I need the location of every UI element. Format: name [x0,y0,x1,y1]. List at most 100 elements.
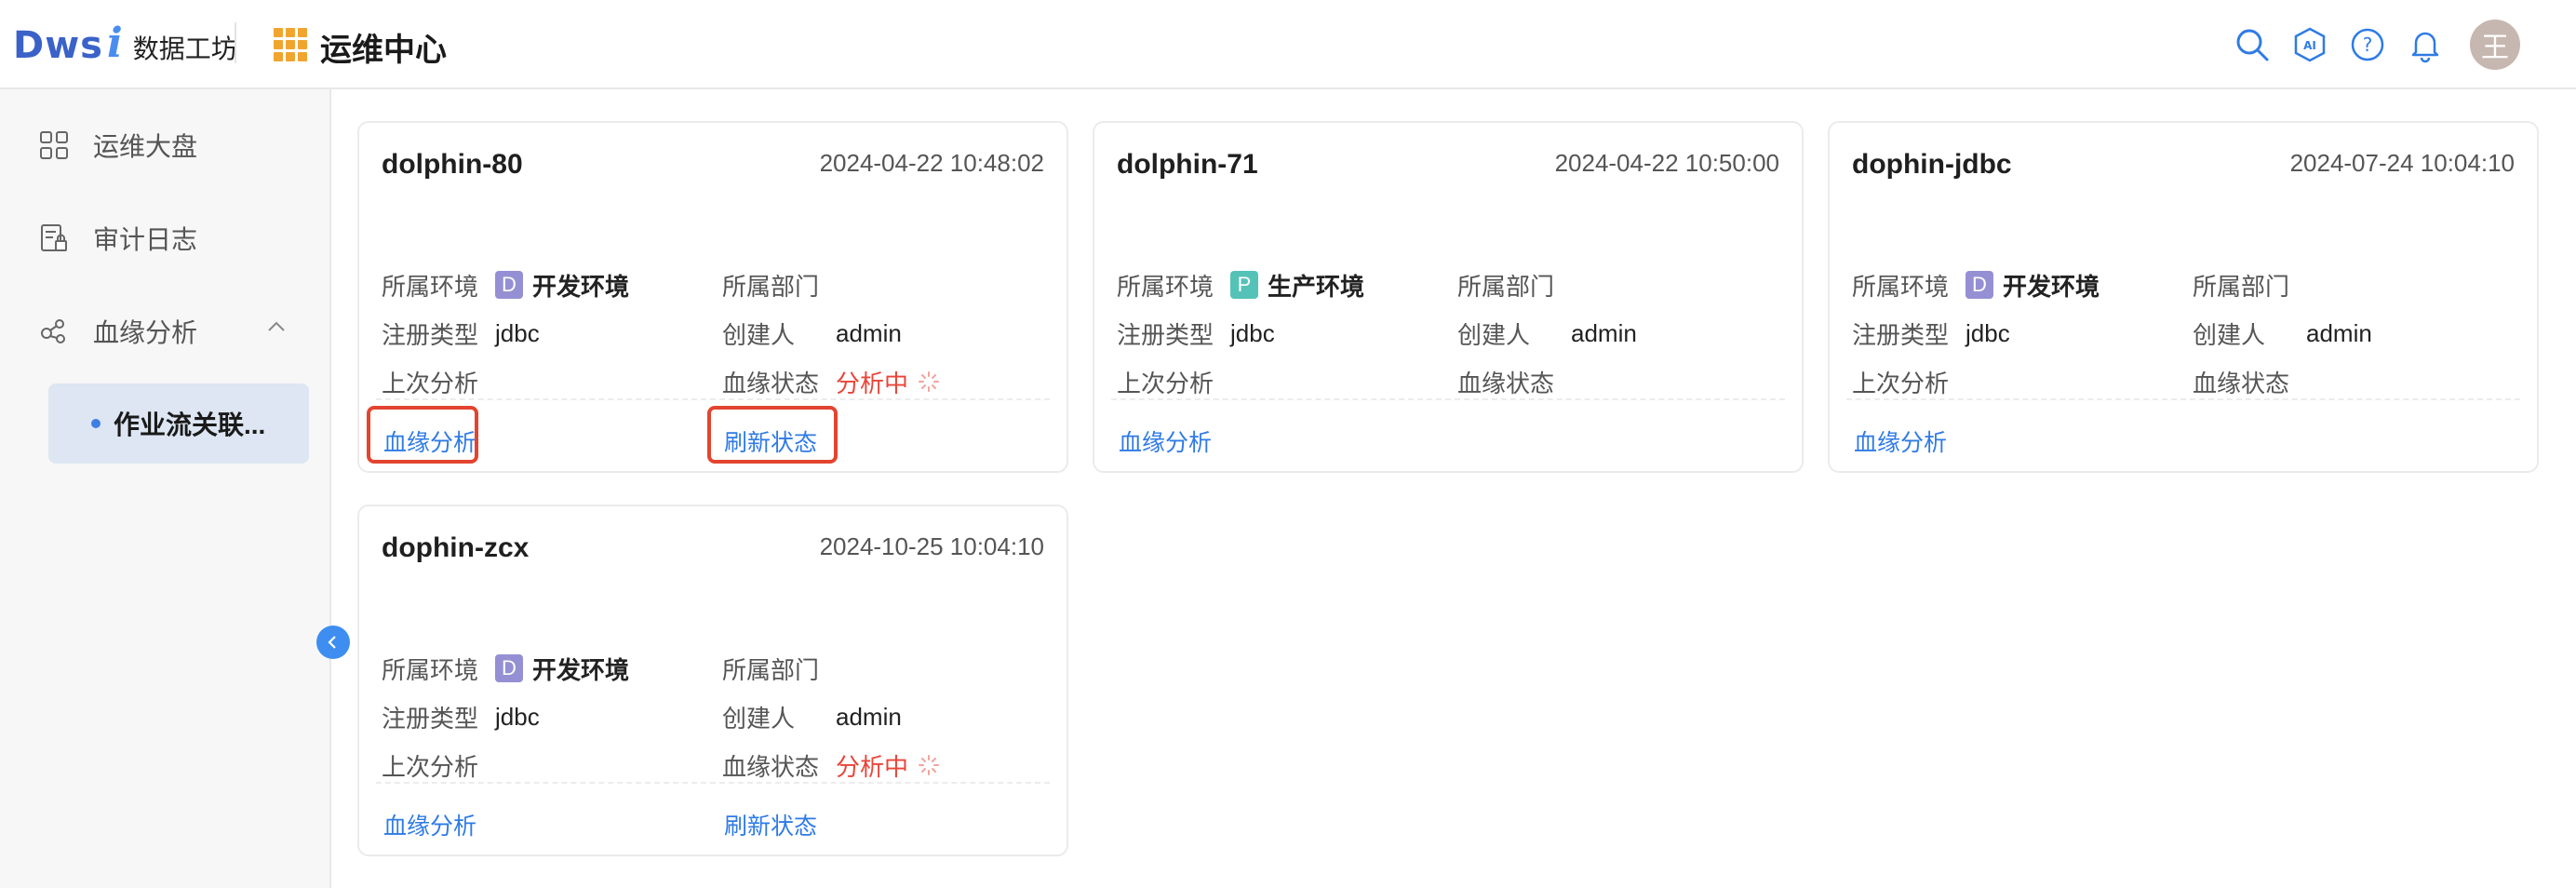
svg-text:?: ? [2363,34,2373,56]
field-label: 注册类型 [1117,320,1214,349]
last-analysis-row: 上次分析 [1117,365,1230,398]
datasource-card: dolphin-71 2024-04-22 10:50:00 所属环境 P 生产… [1093,121,1804,473]
sidebar-item-dashboard[interactable]: 运维大盘 [37,117,197,173]
datasource-card: dophin-zcx 2024-10-25 10:04:10 所属环境 D 开发… [357,505,1068,856]
field-value: admin [2306,318,2372,347]
lineage-status-row: 血缘状态 [2193,365,2306,398]
logo-letter: i [106,19,124,67]
field-label: 上次分析 [382,752,479,781]
env-badge: D [495,271,523,299]
field-value: jdbc [495,702,540,731]
field-label: 注册类型 [382,320,479,349]
field-value: jdbc [1230,318,1275,347]
logo-letter: D [13,23,46,67]
dept-row: 所属部门 [722,268,836,302]
lineage-status-row: 血缘状态 分析中 [722,748,940,782]
sidebar-item-label: 运维大盘 [93,132,198,161]
field-value: P 生产环境 [1230,268,1364,303]
status-text: 分析中 [836,752,909,781]
sidebar-item-lineage[interactable]: 血缘分析 [37,303,197,359]
env-row: 所属环境 D 开发环境 [382,268,629,302]
type-row: 注册类型 jdbc [1117,316,1275,350]
chevron-up-icon[interactable] [264,315,288,339]
app-logo[interactable]: D w s i 数据工坊 [13,17,237,69]
highlight-box [367,406,478,464]
card-divider [1846,398,2520,400]
card-title: dolphin-71 [1117,149,1258,180]
field-label: 上次分析 [382,369,479,397]
header-divider [235,22,236,63]
help-icon[interactable]: ? [2347,24,2388,65]
creator-row: 创建人 admin [1457,316,1637,350]
card-title: dophin-jdbc [1852,149,2012,180]
sidebar-subitem-workflow-link[interactable]: 作业流关联... [48,383,309,464]
header-toolbar: AI ? 王 [2215,20,2520,70]
loading-spinner-icon [919,371,940,392]
field-value: admin [1571,318,1637,347]
last-analysis-row: 上次分析 [1852,365,1966,398]
logo-mark: D w s i [13,20,124,67]
field-label: 所属环境 [1117,272,1214,301]
creator-row: 创建人 admin [2193,316,2372,350]
env-row: 所属环境 P 生产环境 [1117,268,1364,302]
ai-icon[interactable]: AI [2289,24,2330,65]
status-value: 分析中 [836,748,940,783]
field-label: 注册类型 [1852,320,1950,349]
lineage-analysis-button[interactable]: 血缘分析 [1119,421,1212,462]
sidebar-item-audit-log[interactable]: 审计日志 [37,210,197,266]
datasource-card: dolphin-80 2024-04-22 10:48:02 所属环境 D 开发… [357,121,1068,473]
field-label: 创建人 [722,704,796,733]
creator-row: 创建人 admin [722,316,902,350]
logo-name: 数据工坊 [132,34,237,63]
bell-icon[interactable] [2405,24,2446,65]
env-name: 开发环境 [532,655,630,684]
card-title: dophin-zcx [382,532,530,563]
search-icon[interactable] [2232,24,2273,65]
status-value: 分析中 [836,365,940,399]
field-label: 创建人 [1457,320,1531,349]
lineage-status-row: 血缘状态 [1457,365,1571,398]
status-text: 分析中 [836,369,909,397]
sidebar: 运维大盘 审计日志 血缘分析 作业流关联... [0,89,331,888]
field-value: jdbc [1966,318,2010,347]
logo-letter: w [45,23,81,67]
field-label: 血缘状态 [1457,369,1555,397]
type-row: 注册类型 jdbc [382,700,540,733]
apps-grid-icon[interactable] [274,28,307,61]
active-dot [91,419,101,428]
loading-spinner-icon [919,755,940,775]
user-avatar[interactable]: 王 [2470,20,2520,70]
module-title: 运维中心 [320,33,447,68]
field-label: 所属环境 [382,655,479,684]
sidebar-subitem-label: 作业流关联... [114,410,266,439]
field-label: 所属环境 [1852,272,1950,301]
card-divider [376,398,1050,400]
lineage-icon [37,315,71,348]
lineage-analysis-button[interactable]: 血缘分析 [383,804,476,845]
chevron-left-icon [328,636,336,649]
card-divider [376,782,1050,784]
sidebar-item-label: 审计日志 [93,225,198,254]
field-value: admin [836,702,902,731]
card-divider [1111,398,1785,400]
field-value: jdbc [495,318,540,347]
dept-row: 所属部门 [2193,268,2306,302]
field-label: 所属部门 [1457,272,1555,301]
refresh-status-button[interactable]: 刷新状态 [724,804,817,845]
collapse-sidebar-button[interactable] [316,626,350,659]
env-name: 生产环境 [1268,272,1365,301]
field-label: 血缘状态 [722,752,820,781]
card-timestamp: 2024-04-22 10:50:00 [1554,149,1779,177]
field-value: admin [836,318,902,347]
card-timestamp: 2024-10-25 10:04:10 [819,532,1044,560]
field-label: 上次分析 [1117,369,1214,397]
field-label: 所属部门 [2193,272,2290,301]
lineage-analysis-button[interactable]: 血缘分析 [1854,421,1947,462]
field-label: 所属部门 [722,272,820,301]
field-value: D 开发环境 [495,652,629,686]
field-label: 创建人 [2193,320,2266,349]
field-label: 注册类型 [382,704,479,733]
env-name: 开发环境 [532,272,630,301]
field-label: 所属环境 [382,272,479,301]
env-name: 开发环境 [2003,272,2100,301]
